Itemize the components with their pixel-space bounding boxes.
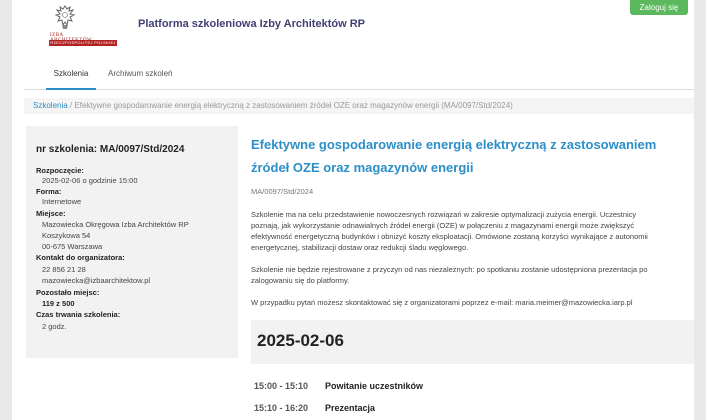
duration-label: Czas trwania szkolenia: [36, 310, 121, 319]
tab-archiwum-szkolen[interactable]: Archiwum szkoleń [108, 68, 172, 90]
training-info-panel: nr szkolenia: MA/0097/Std/2024 Rozpoczęc… [26, 126, 238, 358]
session-date: 2025-02-06 [257, 331, 344, 350]
description-line: zalogowaniu się do platformy. [251, 276, 350, 285]
contact-email[interactable]: mazowiecka@izbaarchitektow.pl [42, 276, 150, 285]
login-button[interactable]: Zaloguj się [630, 0, 688, 15]
breadcrumb-current: Efektywne gospodarowanie energią elektry… [74, 101, 513, 110]
contact-label: Kontakt do organizatora: [36, 253, 125, 262]
seats-value: 119 z 500 [42, 299, 75, 308]
logo-text-bottom: RZECZPOSPOLITEJ POLSKIEJ [49, 40, 117, 46]
start-label: Rozpoczęcie: [36, 166, 84, 175]
description-paragraph-1: Szkolenie ma na celu przedstawienie nowo… [251, 209, 686, 253]
page: IZBA ARCHITEKTÓW RZECZPOSPOLITEJ POLSKIE… [12, 0, 694, 420]
description-paragraph-2: Szkolenie nie będzie rejestrowane z przy… [251, 264, 686, 286]
description-line: energetycznej, stabilizacji dostaw oraz … [251, 243, 469, 252]
place-line: Mazowiecka Okręgowa Izba Architektów RP [42, 220, 189, 229]
description-line: Szkolenie nie będzie rejestrowane z przy… [251, 265, 648, 274]
breadcrumb-separator: / [69, 101, 73, 110]
description-line: poznają, jak wykorzystanie odnawialnych … [251, 221, 635, 230]
agenda-title: Powitanie uczestników [325, 381, 424, 391]
duration-value: 2 godz. [42, 322, 67, 331]
nav-tabs: Szkolenia Archiwum szkoleń [24, 60, 694, 90]
eagle-emblem-icon [54, 5, 76, 29]
tab-szkolenia[interactable]: Szkolenia [46, 68, 96, 90]
start-value: 2025-02-06 o godzinie 15:00 [42, 176, 138, 185]
seats-label: Pozostało miejsc: [36, 288, 100, 297]
agenda-title: Prezentacja [325, 403, 376, 413]
form-value: Internetowe [42, 197, 82, 206]
contact-phone: 22 856 21 28 [42, 265, 86, 274]
breadcrumb: Szkolenia / Efektywne gospodarowanie ene… [24, 98, 694, 114]
breadcrumb-link-szkolenia[interactable]: Szkolenia [33, 101, 68, 110]
place-line: 00-675 Warszawa [42, 242, 103, 251]
form-label: Forma: [36, 187, 62, 196]
agenda-time: 15:10 - 16:20 [254, 403, 309, 413]
training-title: Efektywne gospodarowanie energią elektry… [251, 137, 657, 175]
training-number: nr szkolenia: MA/0097/Std/2024 [36, 144, 185, 155]
header: IZBA ARCHITEKTÓW RZECZPOSPOLITEJ POLSKIE… [12, 0, 694, 60]
agenda-time: 15:00 - 15:10 [254, 381, 309, 391]
contact-paragraph: W przypadku pytań możesz skontaktować si… [251, 298, 633, 307]
platform-title[interactable]: Platforma szkoleniowa Izby Architektów R… [138, 18, 365, 30]
description-line: efektywność energetyczną budynków i obni… [251, 232, 648, 241]
description-line: Szkolenie ma na celu przedstawienie nowo… [251, 210, 637, 219]
place-label: Miejsce: [36, 209, 66, 218]
training-code: MA/0097/Std/2024 [251, 187, 314, 196]
logo[interactable]: IZBA ARCHITEKTÓW RZECZPOSPOLITEJ POLSKIE… [29, 3, 117, 46]
session-date-box: 2025-02-06 [251, 320, 694, 364]
place-line: Koszykowa 54 [42, 231, 91, 240]
